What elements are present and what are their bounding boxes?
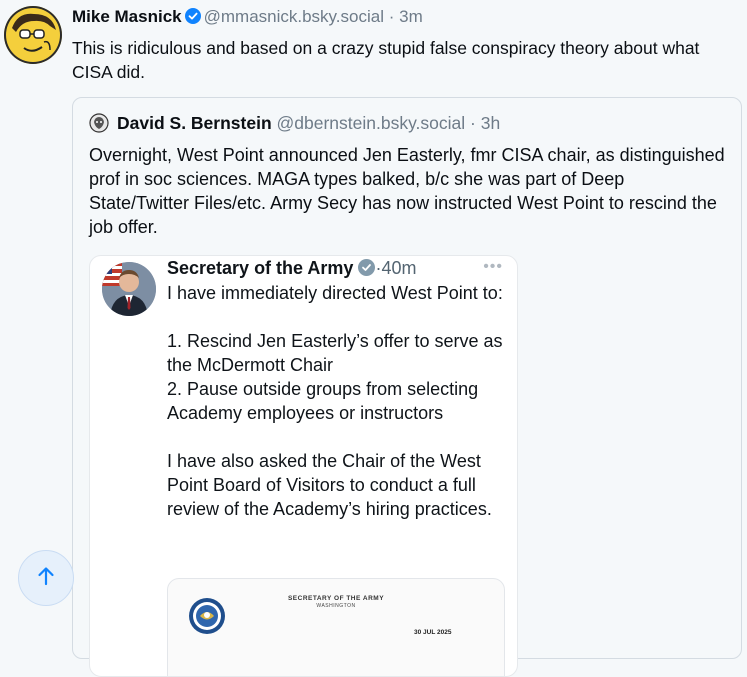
author-name[interactable]: Mike Masnick xyxy=(72,7,182,26)
quote-header: David S. Bernstein @dbernstein.bsky.soci… xyxy=(117,111,500,135)
letter-heading: SECRETARY OF THE ARMY xyxy=(287,595,385,602)
arrow-up-icon xyxy=(35,565,57,592)
author-handle[interactable]: @mmasnick.bsky.social xyxy=(204,7,384,26)
verified-badge-icon xyxy=(184,8,201,30)
embedded-tweet-image[interactable]: Secretary of the Army ·40m ••• I have im… xyxy=(89,255,518,677)
quote-author-avatar xyxy=(89,113,109,133)
letter-date: 30 JUL 2025 xyxy=(414,629,452,636)
post-text: This is ridiculous and based on a crazy … xyxy=(72,38,700,82)
quote-author-handle[interactable]: @dbernstein.bsky.social xyxy=(277,113,466,133)
embed-text: I have immediately directed West Point t… xyxy=(167,283,503,519)
post-time[interactable]: 3m xyxy=(399,7,423,26)
embed-time: 40m xyxy=(381,258,417,278)
quote-separator: · xyxy=(470,113,476,133)
letter-document-image: SECRETARY OF THE ARMY WASHINGTON 30 JUL … xyxy=(167,578,505,676)
embed-verified-badge-icon xyxy=(358,258,376,282)
post-header: Mike Masnick @mmasnick.bsky.social · 3m xyxy=(72,6,423,30)
letter-subheading: WASHINGTON xyxy=(316,603,356,609)
quote-time[interactable]: 3h xyxy=(481,113,500,133)
author-avatar[interactable] xyxy=(4,6,62,64)
quote-text: Overnight, West Point announced Jen East… xyxy=(89,145,725,237)
quote-post-card[interactable]: David S. Bernstein @dbernstein.bsky.soci… xyxy=(72,97,742,677)
embed-author-name: Secretary of the Army xyxy=(167,258,354,278)
embed-author-avatar xyxy=(102,262,156,316)
header-separator: · xyxy=(388,7,395,26)
quote-author-name[interactable]: David S. Bernstein xyxy=(117,113,272,133)
scroll-to-top-button[interactable] xyxy=(18,550,74,606)
more-options-icon: ••• xyxy=(483,258,503,275)
embed-header: Secretary of the Army ·40m xyxy=(167,256,416,282)
